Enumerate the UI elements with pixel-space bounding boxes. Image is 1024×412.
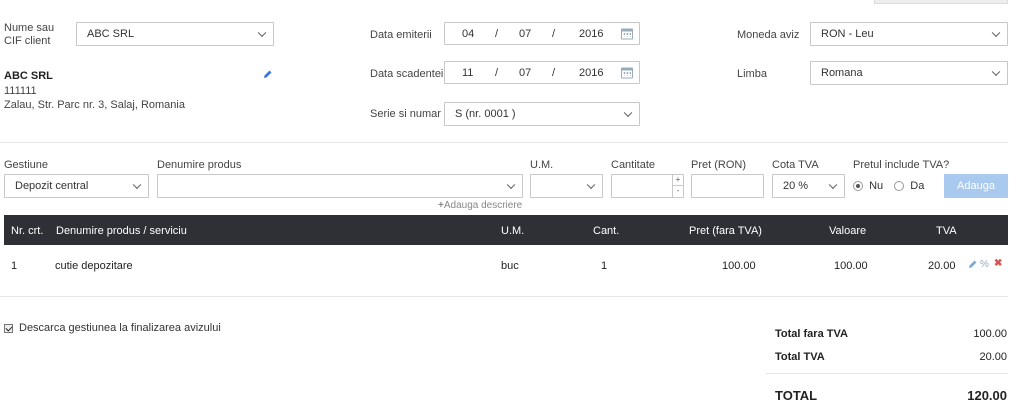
price-label: Pret (RON) — [691, 159, 746, 171]
client-label: Nume sau CIF client — [4, 22, 55, 47]
totals-divider — [766, 373, 1008, 374]
calendar-icon[interactable] — [621, 28, 633, 39]
product-label: Denumire produs — [157, 159, 242, 171]
client-name: ABC SRL — [4, 70, 53, 82]
language-select-value: Romana — [821, 67, 863, 79]
row-price: 100.00 — [722, 260, 756, 272]
grand-total-value: 120.00 — [967, 388, 1007, 403]
chevron-down-icon — [132, 180, 142, 190]
stock-checkbox-row[interactable]: Descarca gestiunea la finalizarea avizul… — [4, 322, 221, 334]
product-select[interactable] — [157, 174, 523, 198]
stock-checkbox[interactable] — [4, 323, 13, 333]
qty-stepper[interactable]: + - — [672, 175, 683, 197]
edit-client-icon[interactable] — [263, 69, 273, 79]
date-sep: / — [552, 27, 556, 40]
col-nr: Nr. crt. — [11, 225, 44, 237]
add-button[interactable]: Adauga — [944, 174, 1008, 198]
vat-label: Cota TVA — [772, 159, 819, 171]
chevron-down-icon — [991, 28, 1001, 38]
total-vat-label: Total TVA — [775, 351, 825, 363]
col-value: Valoare — [829, 225, 867, 237]
issue-month: 07 — [519, 27, 532, 40]
gestiune-select[interactable]: Depozit central — [4, 174, 149, 198]
um-select[interactable] — [530, 174, 603, 198]
radio-no-label: Nu — [869, 180, 884, 192]
date-sep: / — [495, 66, 499, 79]
col-vat: TVA — [936, 225, 957, 237]
radio-no[interactable] — [853, 181, 863, 192]
price-input[interactable] — [691, 174, 764, 198]
client-select[interactable]: ABC SRL — [76, 22, 274, 46]
grand-total-label: TOTAL — [775, 388, 818, 403]
client-cif: 111111 — [4, 85, 37, 97]
client-select-value: ABC SRL — [87, 28, 135, 40]
due-date-field[interactable]: 11 / 07 / 2016 — [444, 61, 640, 84]
series-label: Serie si numar — [370, 108, 441, 120]
series-select[interactable]: S (nr. 0001 ) — [444, 102, 640, 126]
items-table-header: Nr. crt. Denumire produs / serviciu U.M.… — [4, 215, 1008, 245]
radio-yes-label: Da — [910, 180, 925, 192]
divider — [0, 296, 1008, 297]
divider — [0, 142, 1008, 143]
total-net-label: Total fara TVA — [775, 328, 848, 340]
add-description-link[interactable]: +Adauga descriere — [438, 200, 522, 211]
gestiune-select-value: Depozit central — [15, 180, 89, 192]
col-um: U.M. — [501, 225, 525, 237]
qty-label: Cantitate — [611, 159, 656, 171]
gestiune-label: Gestiune — [4, 159, 49, 171]
stepper-down-button[interactable]: - — [673, 186, 683, 197]
top-right-button[interactable] — [874, 0, 1008, 4]
client-address: Zalau, Str. Parc nr. 3, Salaj, Romania — [4, 99, 185, 111]
issue-date-label: Data emiterii — [370, 29, 432, 41]
due-month: 07 — [519, 66, 532, 79]
discount-icon[interactable]: % — [980, 259, 989, 270]
currency-select-value: RON - Leu — [821, 28, 874, 40]
col-price: Pret (fara TVA) — [689, 225, 762, 237]
col-qty: Cant. — [593, 225, 620, 237]
row-qty: 1 — [601, 260, 608, 272]
row-um: buc — [501, 260, 519, 272]
edit-row-icon[interactable] — [968, 259, 978, 272]
radio-yes[interactable] — [894, 181, 905, 192]
total-vat-value: 20.00 — [979, 351, 1007, 363]
row-vat: 20.00 — [928, 260, 956, 272]
row-name: cutie depozitare — [55, 260, 133, 272]
chevron-down-icon — [506, 180, 516, 190]
due-date-label: Data scadentei — [370, 68, 444, 80]
language-select[interactable]: Romana — [810, 61, 1008, 85]
vat-select-value: 20 % — [783, 180, 809, 192]
issue-year: 2016 — [579, 27, 604, 40]
chevron-down-icon — [991, 67, 1001, 77]
language-label: Limba — [737, 68, 767, 80]
due-year: 2016 — [579, 66, 604, 79]
issue-day: 04 — [462, 27, 475, 40]
chevron-down-icon — [828, 180, 838, 190]
calendar-icon[interactable] — [621, 67, 633, 78]
um-label: U.M. — [530, 159, 554, 171]
vat-included-label: Pretul include TVA? — [853, 159, 950, 171]
chevron-down-icon — [257, 28, 267, 38]
chevron-down-icon — [623, 108, 633, 118]
stock-checkbox-label: Descarca gestiunea la finalizarea avizul… — [19, 322, 221, 334]
row-value: 100.00 — [834, 260, 868, 272]
currency-label: Moneda aviz — [737, 29, 800, 41]
qty-input[interactable]: + - — [611, 174, 684, 198]
date-sep: / — [552, 66, 556, 79]
vat-select[interactable]: 20 % — [772, 174, 845, 198]
series-select-value: S (nr. 0001 ) — [455, 108, 516, 120]
vat-included-options: Nu Da — [853, 180, 924, 192]
add-description-text: Adauga descriere — [443, 200, 523, 211]
issue-date-field[interactable]: 04 / 07 / 2016 — [444, 22, 640, 45]
col-name: Denumire produs / serviciu — [56, 225, 187, 237]
currency-select[interactable]: RON - Leu — [810, 22, 1008, 46]
total-net-value: 100.00 — [973, 328, 1007, 340]
chevron-down-icon — [586, 180, 596, 190]
table-row: 1 cutie depozitare buc 1 100.00 100.00 2… — [4, 246, 1008, 286]
stepper-up-button[interactable]: + — [673, 175, 683, 186]
remove-row-icon[interactable]: ✖ — [994, 258, 1002, 269]
due-day: 11 — [462, 66, 474, 79]
date-sep: / — [495, 27, 499, 40]
row-nr: 1 — [11, 260, 18, 272]
